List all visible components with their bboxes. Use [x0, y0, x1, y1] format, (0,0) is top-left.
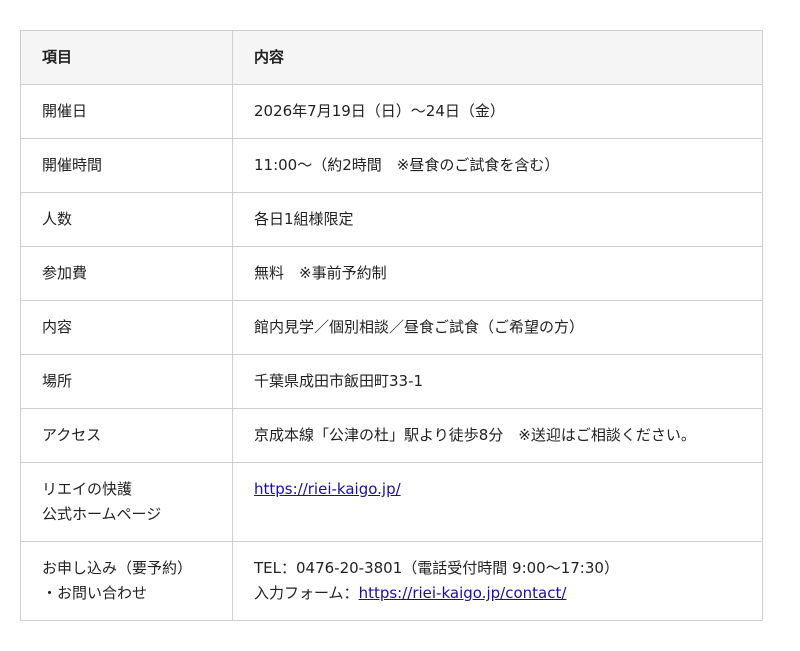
row-label: アクセス: [20, 408, 233, 463]
table-row: アクセス 京成本線「公津の杜」駅より徒歩8分 ※送迎はご相談ください。: [20, 408, 763, 463]
homepage-link[interactable]: https://riei-kaigo.jp/: [254, 480, 401, 498]
row-label: 人数: [20, 192, 233, 247]
table-row: リエイの快護 公式ホームページ https://riei-kaigo.jp/: [20, 462, 763, 542]
row-value: 無料 ※事前予約制: [232, 246, 763, 301]
table-row: 参加費 無料 ※事前予約制: [20, 246, 763, 301]
row-label-line: 公式ホームページ: [42, 505, 162, 523]
row-value: 京成本線「公津の杜」駅より徒歩8分 ※送迎はご相談ください。: [232, 408, 763, 463]
row-value: 館内見学／個別相談／昼食ご試食（ご希望の方）: [232, 300, 763, 355]
table-row: 内容 館内見学／個別相談／昼食ご試食（ご希望の方）: [20, 300, 763, 355]
row-label-line: お申し込み（要予約）: [42, 559, 193, 577]
row-label: 開催時間: [20, 138, 233, 193]
row-value: 各日1組様限定: [232, 192, 763, 247]
row-value: 2026年7月19日（日）〜24日（金）: [232, 84, 763, 139]
table-header-row: 項目 内容: [20, 30, 763, 85]
row-label: 場所: [20, 354, 233, 409]
tel-text: TEL：0476-20-3801（電話受付時間 9:00〜17:30）: [254, 559, 619, 577]
row-value: 11:00〜（約2時間 ※昼食のご試食を含む）: [232, 138, 763, 193]
table-row: 開催日 2026年7月19日（日）〜24日（金）: [20, 84, 763, 139]
table-row: お申し込み（要予約） ・お問い合わせ TEL：0476-20-3801（電話受付…: [20, 541, 763, 621]
contact-form-link[interactable]: https://riei-kaigo.jp/contact/: [359, 584, 567, 602]
table-row: 開催時間 11:00〜（約2時間 ※昼食のご試食を含む）: [20, 138, 763, 193]
table-row: 場所 千葉県成田市飯田町33-1: [20, 354, 763, 409]
form-prefix: 入力フォーム：: [254, 584, 359, 602]
row-value: TEL：0476-20-3801（電話受付時間 9:00〜17:30） 入力フォ…: [232, 541, 763, 621]
header-item: 項目: [20, 30, 233, 85]
row-label: 開催日: [20, 84, 233, 139]
event-info-table: 項目 内容 開催日 2026年7月19日（日）〜24日（金） 開催時間 11:0…: [20, 30, 763, 621]
row-label: 参加費: [20, 246, 233, 301]
table-row: 人数 各日1組様限定: [20, 192, 763, 247]
form-line: 入力フォーム：https://riei-kaigo.jp/contact/: [254, 581, 742, 606]
row-value: https://riei-kaigo.jp/: [232, 462, 763, 542]
row-label: リエイの快護 公式ホームページ: [20, 462, 233, 542]
row-label-line: リエイの快護: [42, 480, 133, 498]
row-label-line: ・お問い合わせ: [42, 584, 148, 602]
row-value: 千葉県成田市飯田町33-1: [232, 354, 763, 409]
header-content: 内容: [232, 30, 763, 85]
row-label: お申し込み（要予約） ・お問い合わせ: [20, 541, 233, 621]
row-label: 内容: [20, 300, 233, 355]
event-info-table-wrapper: 項目 内容 開催日 2026年7月19日（日）〜24日（金） 開催時間 11:0…: [20, 30, 763, 621]
